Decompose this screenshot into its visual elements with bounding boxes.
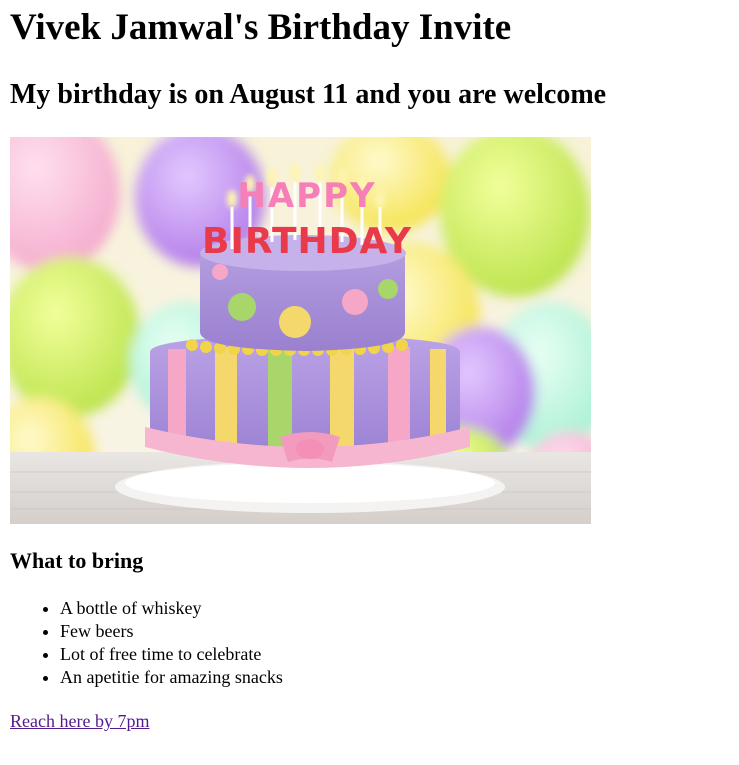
list-item: Few beers (60, 620, 283, 643)
cake-text-birthday: BIRTHDAY (202, 221, 412, 262)
bring-heading: What to bring (10, 548, 144, 573)
reach-link[interactable]: Reach here by 7pm (10, 709, 149, 733)
list-item: Lot of free time to celebrate (60, 643, 283, 666)
birthday-cake-image: HAPPY BIRTHDAY (10, 137, 591, 524)
cake-text-happy: HAPPY (237, 176, 376, 216)
page-subtitle: My birthday is on August 11 and you are … (10, 79, 607, 110)
page-title: Vivek Jamwal's Birthday Invite (10, 7, 512, 48)
list-item: An apetitie for amazing snacks (60, 666, 283, 689)
list-item: A bottle of whiskey (60, 597, 283, 620)
bring-list: A bottle of whiskey Few beers Lot of fre… (10, 597, 283, 689)
